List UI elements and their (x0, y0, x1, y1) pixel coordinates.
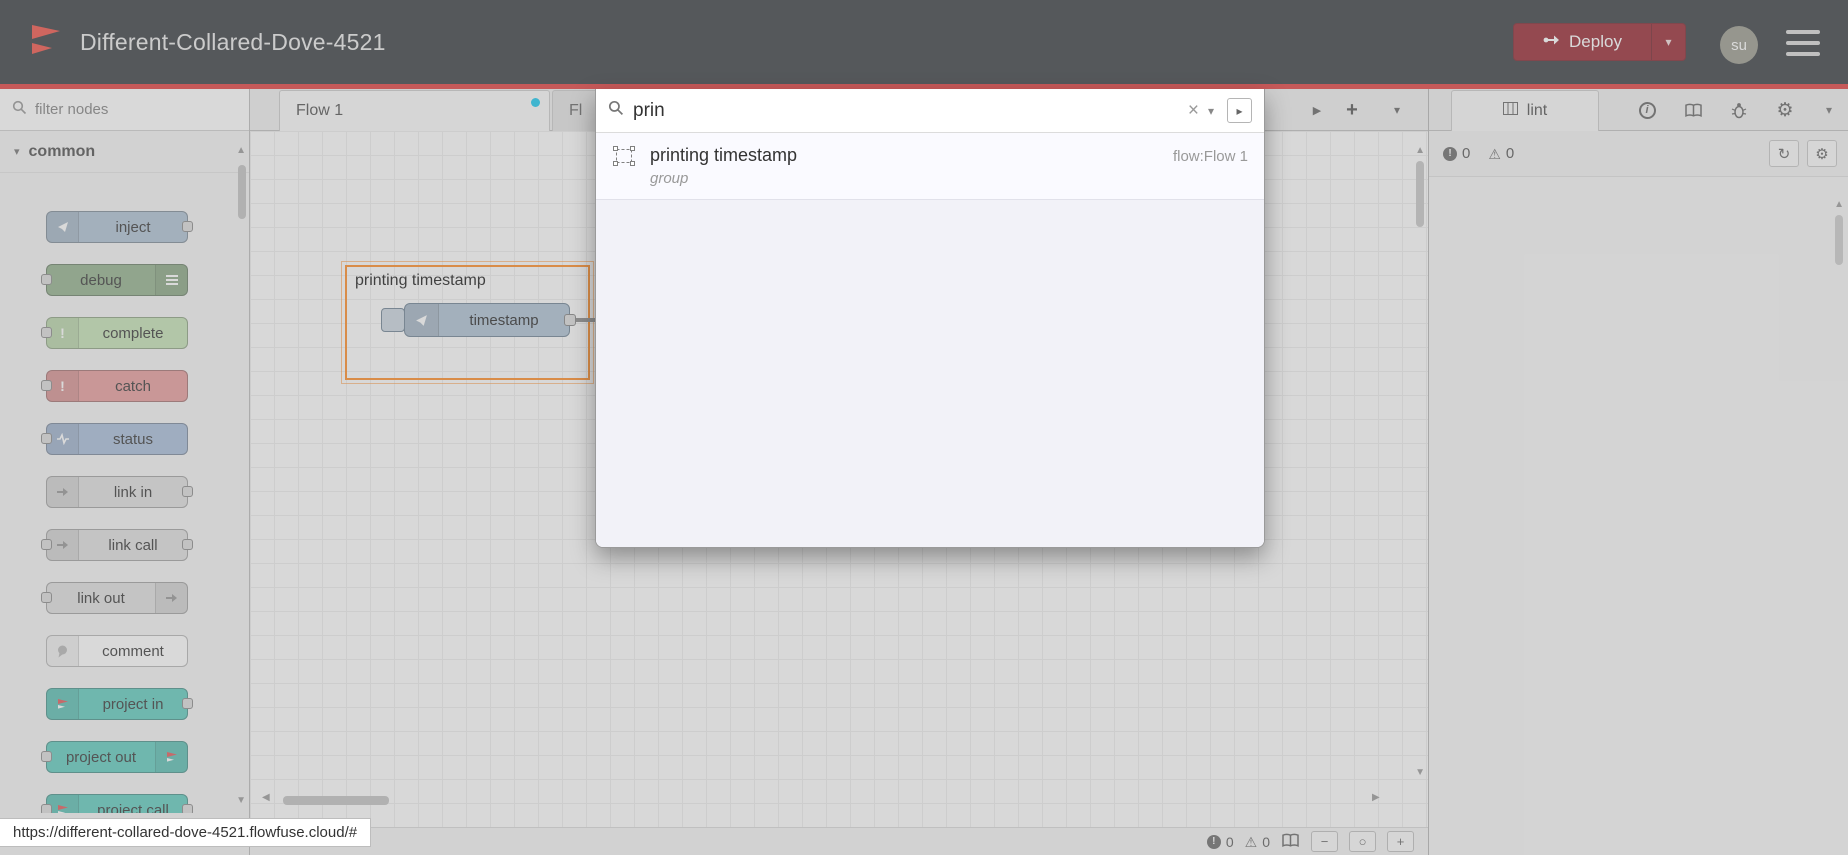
search-input[interactable] (633, 99, 1179, 122)
group-icon (612, 145, 636, 172)
search-options-chevron-icon[interactable]: ▾ (1208, 104, 1214, 118)
result-title: printing timestamp (650, 145, 798, 165)
browser-status-url: https://different-collared-dove-4521.flo… (0, 818, 372, 847)
search-dialog: × ▾ ▸ printing timestamp flow:Flow 1 gro… (595, 89, 1265, 548)
search-dialog-header: × ▾ ▸ (596, 89, 1264, 133)
search-expand-button[interactable]: ▸ (1227, 98, 1252, 123)
search-results-list: printing timestamp flow:Flow 1 group (596, 133, 1264, 547)
result-location: flow:Flow 1 (1172, 148, 1248, 165)
search-icon (608, 100, 624, 121)
clear-search-icon[interactable]: × (1188, 100, 1199, 122)
search-result-body: printing timestamp flow:Flow 1 group (650, 145, 1248, 187)
result-type: group (650, 170, 689, 187)
search-result-item[interactable]: printing timestamp flow:Flow 1 group (596, 133, 1264, 200)
